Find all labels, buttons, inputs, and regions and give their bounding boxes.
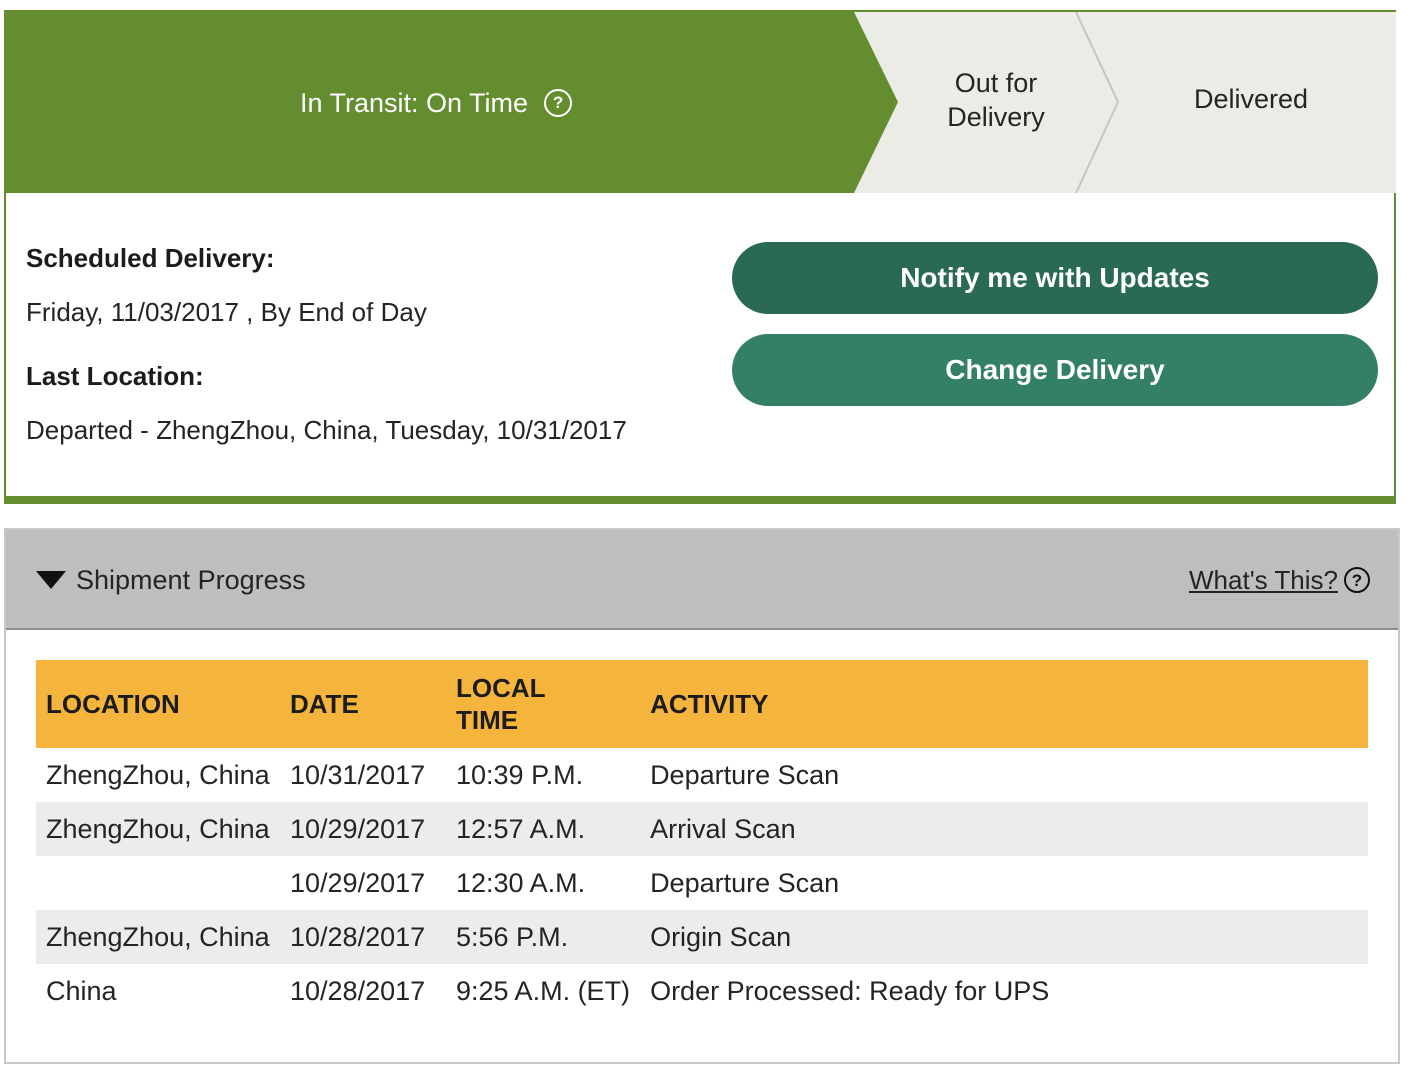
- table-row: ZhengZhou, China 10/28/2017 5:56 P.M. Or…: [36, 910, 1368, 964]
- step-delivered-label: Delivered: [1193, 84, 1309, 114]
- column-header-location: LOCATION: [36, 660, 280, 748]
- column-header-date: DATE: [280, 660, 446, 748]
- cell-date: 10/28/2017: [280, 910, 446, 964]
- cell-date: 10/31/2017: [290, 759, 426, 790]
- step-out-for-delivery-label: Out for Delivery: [947, 68, 1045, 132]
- scheduled-delivery-label: Scheduled Delivery:: [26, 243, 275, 273]
- step-in-transit-label: In Transit: On Time: [299, 87, 529, 118]
- notify-updates-button[interactable]: Notify me with Updates: [732, 242, 1378, 314]
- triangle-down-icon: [36, 571, 66, 589]
- cell-location: [36, 856, 280, 910]
- table-row: ZhengZhou, China 10/31/2017 10:39 P.M. D…: [36, 748, 1368, 802]
- cell-activity: Departure Scan: [650, 867, 840, 898]
- cell-date: 10/29/2017: [280, 802, 446, 856]
- whats-this-help[interactable]: What's This? ?: [1189, 560, 1370, 600]
- shipment-activity-table: LOCATION DATE LOCAL TIME ACTIVITY ZhengZ…: [36, 660, 1368, 1018]
- shipment-progress-panel: Shipment Progress What's This? ? LOCATIO…: [4, 528, 1400, 1064]
- cell-location: China: [46, 975, 117, 1006]
- shipment-progress-header: Shipment Progress What's This? ?: [6, 530, 1398, 630]
- cell-location: ZhengZhou, China: [36, 910, 280, 964]
- last-location-value: Departed - ZhengZhou, China, Tuesday, 10…: [26, 415, 627, 445]
- whats-this-link[interactable]: What's This?: [1189, 565, 1338, 596]
- cell-time: 10:39 P.M.: [456, 759, 584, 790]
- status-card: In Transit: On Time ? Out for Delivery D…: [4, 10, 1396, 504]
- question-circle-icon[interactable]: ?: [1344, 567, 1370, 593]
- cell-time: 9:25 A.M. (ET): [456, 975, 631, 1006]
- table-row: 10/29/2017 12:30 A.M. Departure Scan: [36, 856, 1368, 910]
- cell-date: 10/29/2017: [290, 867, 426, 898]
- column-header-local-time: LOCAL TIME: [446, 660, 641, 748]
- cell-date: 10/28/2017: [290, 975, 426, 1006]
- cell-time: 12:30 A.M.: [456, 867, 586, 898]
- question-circle-icon[interactable]: ?: [544, 88, 573, 117]
- shipment-progress-title: Shipment Progress: [76, 564, 306, 595]
- delivery-progress-bar: In Transit: On Time ? Out for Delivery D…: [6, 12, 1396, 193]
- column-header-activity: ACTIVITY: [640, 660, 1368, 748]
- shipment-progress-toggle[interactable]: Shipment Progress: [36, 560, 306, 600]
- table-row: China 10/28/2017 9:25 A.M. (ET) Order Pr…: [36, 964, 1368, 1018]
- cell-activity: Departure Scan: [650, 759, 840, 790]
- cell-activity: Arrival Scan: [640, 802, 1368, 856]
- cell-location: ZhengZhou, China: [46, 759, 270, 790]
- step-in-transit: In Transit: On Time ?: [6, 12, 866, 193]
- step-out-for-delivery: Out for Delivery: [896, 66, 1096, 134]
- table-header-row: LOCATION DATE LOCAL TIME ACTIVITY: [36, 660, 1368, 748]
- last-location-label: Last Location:: [26, 361, 204, 391]
- change-delivery-button[interactable]: Change Delivery: [732, 334, 1378, 406]
- cell-time: 5:56 P.M.: [446, 910, 641, 964]
- table-row: ZhengZhou, China 10/29/2017 12:57 A.M. A…: [36, 802, 1368, 856]
- scheduled-delivery-value: Friday, 11/03/2017 , By End of Day: [26, 297, 427, 327]
- cell-activity: Origin Scan: [640, 910, 1368, 964]
- cell-location: ZhengZhou, China: [36, 802, 280, 856]
- cell-activity: Order Processed: Ready for UPS: [650, 975, 1050, 1006]
- cell-time: 12:57 A.M.: [446, 802, 641, 856]
- step-delivered: Delivered: [1136, 82, 1366, 116]
